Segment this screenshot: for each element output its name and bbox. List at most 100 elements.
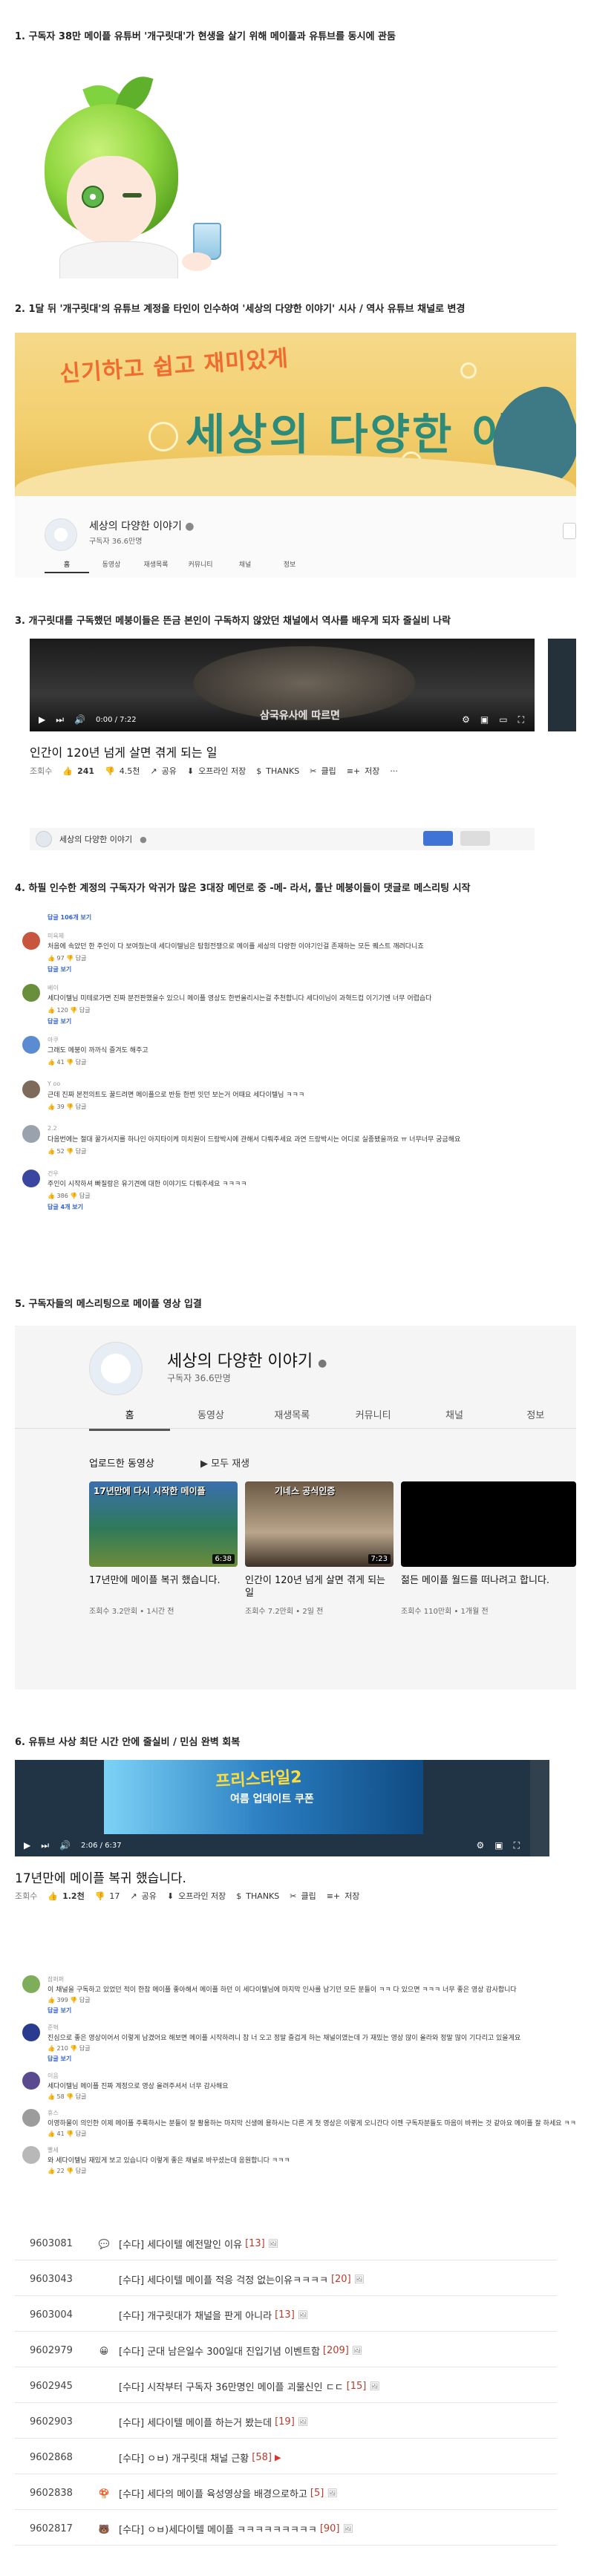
video-title[interactable]: 젊든 메이플 월드를 떠나려고 합니다. bbox=[401, 1574, 564, 1587]
comment-author[interactable]: Y oo bbox=[48, 1080, 60, 1087]
video-title[interactable]: 17년만에 메이플 복귀 했습니다. bbox=[89, 1574, 238, 1587]
comment-author[interactable]: 2.2 bbox=[48, 1125, 57, 1132]
avatar[interactable] bbox=[22, 1080, 40, 1098]
avatar[interactable] bbox=[36, 831, 52, 847]
avatar[interactable] bbox=[89, 1342, 143, 1395]
clip-button[interactable]: ✂ 클립 bbox=[310, 765, 336, 777]
avatar[interactable] bbox=[22, 2146, 40, 2164]
avatar[interactable] bbox=[22, 2072, 40, 2090]
channel-name[interactable]: 세상의 다양한 이야기 ● bbox=[89, 518, 195, 533]
comment-author[interactable]: 잠퍼퍼 bbox=[48, 1975, 64, 1983]
volume-icon[interactable]: 🔊 bbox=[74, 714, 85, 725]
next-icon[interactable]: ⏭ bbox=[41, 1840, 49, 1851]
view-replies-link[interactable]: 답글 106개 보기 bbox=[48, 913, 91, 922]
like-button[interactable]: 👍 1.2천 bbox=[48, 1890, 84, 1902]
comment-author[interactable]: 휴스 bbox=[48, 2109, 59, 2117]
avatar[interactable] bbox=[22, 932, 40, 950]
volume-icon[interactable]: 🔊 bbox=[59, 1840, 71, 1851]
post-title[interactable]: [수다] ㅇㅂ) 개구릿대 채널 근황 bbox=[111, 2451, 249, 2465]
theater-icon[interactable]: ▭ bbox=[499, 714, 507, 725]
ad-subtext: 여름 업데이트 쿠폰 bbox=[230, 1793, 314, 1805]
share-button[interactable]: ↗ 공유 bbox=[130, 1890, 156, 1902]
miniplayer-icon[interactable]: ▣ bbox=[480, 714, 489, 725]
dislike-button[interactable]: 👎 17 bbox=[95, 1891, 120, 1901]
comment-author[interactable]: 베이 bbox=[48, 984, 59, 992]
board-row[interactable]: 9602838 🍄 [수다] 세다의 메이플 육성영상을 배경으로하고 [5] … bbox=[15, 2477, 557, 2510]
avatar[interactable] bbox=[22, 984, 40, 1002]
comment-author[interactable]: 이음 bbox=[48, 2072, 59, 2080]
fullscreen-icon[interactable]: ⛶ bbox=[514, 1840, 520, 1851]
tab-channels[interactable]: 채널 bbox=[223, 559, 267, 573]
comment-author[interactable]: 건우 bbox=[48, 1170, 59, 1178]
video-title[interactable]: 인간이 120년 넘게 살면 겪게 되는 일 bbox=[245, 1574, 394, 1600]
board-row[interactable]: 9602868 [수다] ㅇㅂ) 개구릿대 채널 근황 [58] ▶ bbox=[15, 2442, 557, 2474]
view-replies-link[interactable]: 답글 보기 bbox=[48, 965, 71, 974]
video-player[interactable]: 삼국유사에 따르면 ▶ ⏭ 🔊 0:00 / 7:22 ⚙ ▣ ▭ ⛶ bbox=[30, 639, 535, 731]
video-thumbnail[interactable]: 기네스 공식인증 7:23 bbox=[245, 1481, 394, 1567]
tab-home[interactable]: 홈 bbox=[45, 559, 89, 573]
save-button[interactable]: ≡+ 저장 bbox=[347, 765, 380, 777]
comment-author[interactable]: 빨세 bbox=[48, 2146, 59, 2154]
next-icon[interactable]: ⏭ bbox=[56, 714, 64, 725]
play-all-button[interactable]: ▶ 모두 재생 bbox=[200, 1455, 249, 1470]
player-controls: ▶ ⏭ 🔊 2:06 / 6:37 ⚙ ▣ ⛶ bbox=[15, 1834, 549, 1856]
avatar[interactable] bbox=[22, 1125, 40, 1143]
download-button[interactable]: ⬇ 오프라인 저장 bbox=[167, 1890, 226, 1902]
video-thumbnail[interactable]: 17년만에 다시 시작한 메이플 6:38 bbox=[89, 1481, 238, 1567]
avatar[interactable] bbox=[22, 1036, 40, 1054]
post-number: 9603081 bbox=[30, 2238, 73, 2249]
fullscreen-icon[interactable]: ⛶ bbox=[518, 714, 524, 725]
avatar[interactable] bbox=[22, 1170, 40, 1187]
tab-playlists[interactable]: 재생목록 bbox=[134, 559, 178, 573]
tab-videos[interactable]: 동영상 bbox=[89, 559, 134, 573]
board-row[interactable]: 9602817 🐻 [수다] ㅇㅂ)세다이텔 메이플 ㅋㅋㅋㅋㅋㅋㅋㅋㅋ [90… bbox=[15, 2513, 557, 2546]
board-row[interactable]: 9603043 [수다] 세다이텔 메이플 적응 걱정 없는이유ㅋㅋㅋㅋ [20… bbox=[15, 2263, 557, 2296]
comment-author[interactable]: 미육체 bbox=[48, 932, 64, 940]
dislike-button[interactable]: 👎 4.5천 bbox=[105, 765, 140, 777]
avatar[interactable] bbox=[45, 518, 77, 551]
save-button[interactable]: ≡+ 저장 bbox=[327, 1890, 360, 1902]
channel-name[interactable]: 세상의 다양한 이야기 bbox=[59, 833, 132, 845]
post-title[interactable]: [수다] 개구릿대가 채널을 판게 아니라 bbox=[111, 2308, 272, 2322]
play-icon[interactable]: ▶ bbox=[24, 1840, 30, 1851]
video-thumbnail[interactable] bbox=[401, 1481, 576, 1567]
tab-about[interactable]: 정보 bbox=[267, 559, 312, 573]
board-row[interactable]: 9602979 😀 [수다] 군대 남은일수 300일대 진입기념 이벤트함 [… bbox=[15, 2335, 557, 2367]
download-button[interactable]: ⬇ 오프라인 저장 bbox=[187, 765, 246, 777]
board-row[interactable]: 9603081 💬 [수다] 세다이텔 예전말인 이유 [13] 🖼 bbox=[15, 2228, 557, 2260]
subscribe-button[interactable] bbox=[563, 523, 576, 539]
post-title[interactable]: [수다] 시작부터 구독자 36만명인 메이플 괴물신인 ㄷㄷ bbox=[111, 2379, 344, 2393]
view-replies-link[interactable]: 답글 보기 bbox=[48, 2006, 71, 2015]
like-button[interactable]: 👍 241 bbox=[62, 766, 94, 776]
board-row[interactable]: 9602903 [수다] 세다이텔 메이플 하는거 봤는데 [19] 🖼 bbox=[15, 2406, 557, 2439]
clip-button[interactable]: ✂ 클립 bbox=[290, 1890, 316, 1902]
post-title[interactable]: [수다] 세다이텔 메이플 하는거 봤는데 bbox=[111, 2415, 272, 2429]
view-replies-link[interactable]: 답글 4개 보기 bbox=[48, 1203, 83, 1211]
view-replies-link[interactable]: 답글 보기 bbox=[48, 2055, 71, 2063]
post-title[interactable]: [수다] 세다이텔 예전말인 이유 bbox=[111, 2237, 242, 2251]
avatar[interactable] bbox=[22, 2109, 40, 2127]
tab-community[interactable]: 커뮤니티 bbox=[178, 559, 223, 573]
settings-icon[interactable]: ⚙ bbox=[476, 1840, 484, 1851]
more-button[interactable]: ··· bbox=[390, 766, 398, 776]
play-icon[interactable]: ▶ bbox=[39, 714, 45, 725]
comment-author[interactable]: 준혁 bbox=[48, 2024, 59, 2032]
comment-author[interactable]: 아쿠 bbox=[48, 1036, 59, 1044]
share-button[interactable]: ↗ 공유 bbox=[150, 765, 176, 777]
view-replies-link[interactable]: 답글 보기 bbox=[48, 1017, 71, 1025]
board-row[interactable]: 9603004 [수다] 개구릿대가 채널을 판게 아니라 [13] 🖼 bbox=[15, 2299, 557, 2332]
thanks-button[interactable]: $ THANKS bbox=[236, 1891, 279, 1901]
post-title[interactable]: [수다] ㅇㅂ)세다이텔 메이플 ㅋㅋㅋㅋㅋㅋㅋㅋㅋ bbox=[111, 2522, 317, 2536]
settings-icon[interactable]: ⚙ bbox=[462, 714, 470, 725]
video-player[interactable]: 프리스타일2 여름 업데이트 쿠폰 ▶ ⏭ 🔊 2:06 / 6:37 ⚙ ▣ … bbox=[15, 1760, 549, 1856]
post-title[interactable]: [수다] 세다이텔 메이플 적응 걱정 없는이유ㅋㅋㅋㅋ bbox=[111, 2272, 328, 2286]
post-title[interactable]: [수다] 군대 남은일수 300일대 진입기념 이벤트함 bbox=[111, 2344, 320, 2358]
avatar[interactable] bbox=[22, 1975, 40, 1993]
miniplayer-icon[interactable]: ▣ bbox=[494, 1840, 503, 1851]
post-title[interactable]: [수다] 세다의 메이플 육성영상을 배경으로하고 bbox=[111, 2486, 307, 2500]
board-row[interactable]: 9602945 [수다] 시작부터 구독자 36만명인 메이플 괴물신인 ㄷㄷ … bbox=[15, 2370, 557, 2403]
thanks-button[interactable]: $ THANKS bbox=[256, 766, 299, 776]
subscribe-button[interactable] bbox=[460, 831, 490, 846]
join-button[interactable] bbox=[423, 831, 453, 846]
avatar[interactable] bbox=[22, 2024, 40, 2041]
